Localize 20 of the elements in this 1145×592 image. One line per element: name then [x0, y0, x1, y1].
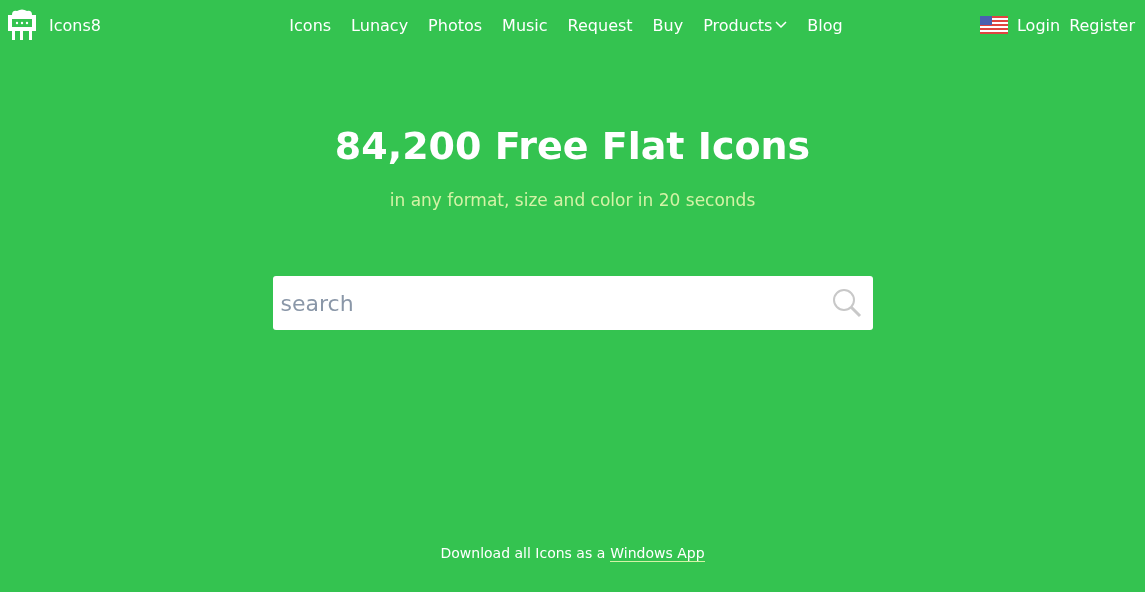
login-link[interactable]: Login: [1016, 15, 1061, 35]
nav-link[interactable]: Buy: [652, 15, 684, 35]
register-link[interactable]: Register: [1069, 15, 1135, 35]
hero-title: 84,200 Free Flat Icons: [334, 124, 811, 168]
hero-subtitle: in any format, size and color in 20 seconds: [389, 190, 756, 210]
brand-name[interactable]: Icons8: [49, 15, 101, 35]
nav-link[interactable]: Photos: [428, 15, 483, 35]
nav-link[interactable]: Request: [567, 15, 633, 35]
chevron-down-icon: [775, 21, 788, 29]
logo-icon[interactable]: [7, 9, 37, 41]
nav-link[interactable]: Music: [502, 15, 548, 35]
nav-link[interactable]: Lunacy: [351, 15, 409, 35]
flag-icon[interactable]: [979, 16, 1008, 34]
search-field[interactable]: search: [272, 276, 873, 330]
nav-link[interactable]: Icons: [289, 15, 332, 35]
nav-link[interactable]: Blog: [807, 15, 843, 35]
nav-link[interactable]: Products: [703, 15, 788, 35]
windows-app-link[interactable]: Windows App: [610, 545, 705, 562]
download-text: Download all Icons as a: [440, 545, 606, 562]
search-icon[interactable]: [830, 287, 863, 319]
